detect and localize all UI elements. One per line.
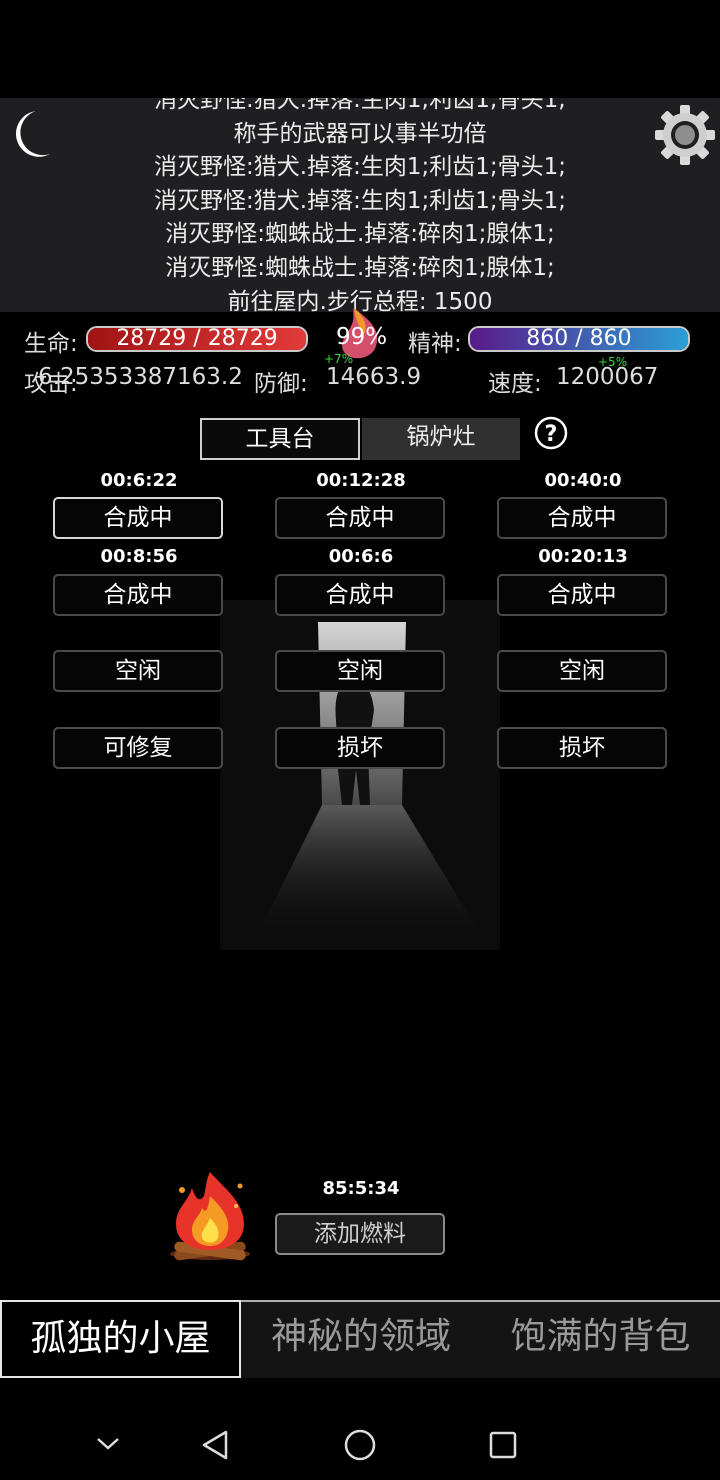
craft-slot-button[interactable]: 合成中 [497,574,667,616]
defense-label: 防御: [254,371,308,397]
craft-slot-button[interactable]: 可修复 [53,727,223,769]
back-triangle-icon[interactable] [198,1428,232,1462]
log-line: 消灭野怪:猎犬.掉落:生肉1;利齿1;骨头1; [154,187,566,214]
log-line: 称手的武器可以事半功倍 [233,120,487,147]
slot-timer: 00:6:6 [328,546,394,567]
message-log[interactable]: 消灭野怪:猎犬.掉落:生肉1;利齿1;骨头1; 称手的武器可以事半功倍 消灭野怪… [0,98,720,312]
craft-slot-button[interactable]: 空闲 [275,650,445,692]
log-line: 消灭野怪:猎犬.掉落:生肉1;利齿1;骨头1; [154,98,566,113]
tab-stove[interactable]: 锅炉灶 [362,418,520,460]
gear-icon[interactable] [650,104,720,166]
craft-slot-button[interactable]: 合成中 [53,574,223,616]
recents-square-icon[interactable] [488,1430,518,1460]
log-line: 消灭野怪:蜘蛛战士.掉落:碎肉1;腺体1; [165,221,555,248]
top-blank-area [0,0,720,98]
slot-timer: 00:6:22 [100,470,178,491]
speed-value: 1200067 [556,364,659,390]
slot-timer: 00:40:0 [544,470,622,491]
craft-slot-button[interactable]: 损坏 [275,727,445,769]
log-line: 消灭野怪:蜘蛛战士.掉落:碎肉1;腺体1; [165,254,555,281]
hp-bar: 28729 / 28729 [86,326,308,352]
craft-slot-button[interactable]: 损坏 [497,727,667,769]
mind-bar: 860 / 860 [468,326,690,352]
fire-timer: 85:5:34 [322,1178,400,1199]
slot-timer: 00:8:56 [100,546,178,567]
hp-label: 生命: [24,331,78,357]
craft-slot-button[interactable]: 空闲 [53,650,223,692]
hp-value: 28729 / 28729 [116,326,278,351]
tab-mysterious-realm[interactable]: 神秘的领域 [241,1300,481,1378]
tab-workbench[interactable]: 工具台 [200,418,360,460]
satiety-percent: 99% [336,324,388,350]
craft-slot-button[interactable]: 合成中 [275,497,445,539]
tab-lonely-cabin[interactable]: 孤独的小屋 [0,1300,241,1378]
moon-icon[interactable] [6,108,56,160]
craft-slot-button[interactable]: 空闲 [497,650,667,692]
tab-full-backpack[interactable]: 饱满的背包 [481,1300,720,1378]
slot-timer: 00:12:28 [316,470,406,491]
craft-slot-button[interactable]: 合成中 [53,497,223,539]
speed-label: 速度: [488,371,542,397]
mind-value: 860 / 860 [526,326,632,351]
craft-slot-button[interactable]: 合成中 [275,574,445,616]
attack-value: 6.25353387163.2 [38,364,243,390]
campfire-icon[interactable] [164,1166,256,1262]
home-circle-icon[interactable] [343,1428,377,1462]
slot-timer: 00:20:13 [538,546,628,567]
mind-label: 精神: [408,331,462,357]
chevron-down-icon[interactable] [94,1430,122,1458]
add-fuel-button[interactable]: 添加燃料 [275,1213,445,1255]
craft-slot-button[interactable]: 合成中 [497,497,667,539]
svg-text:?: ? [545,422,558,447]
log-line: 消灭野怪:猎犬.掉落:生肉1;利齿1;骨头1; [154,154,566,181]
help-icon[interactable]: ? [534,416,568,450]
defense-value: 14663.9 [326,364,422,390]
